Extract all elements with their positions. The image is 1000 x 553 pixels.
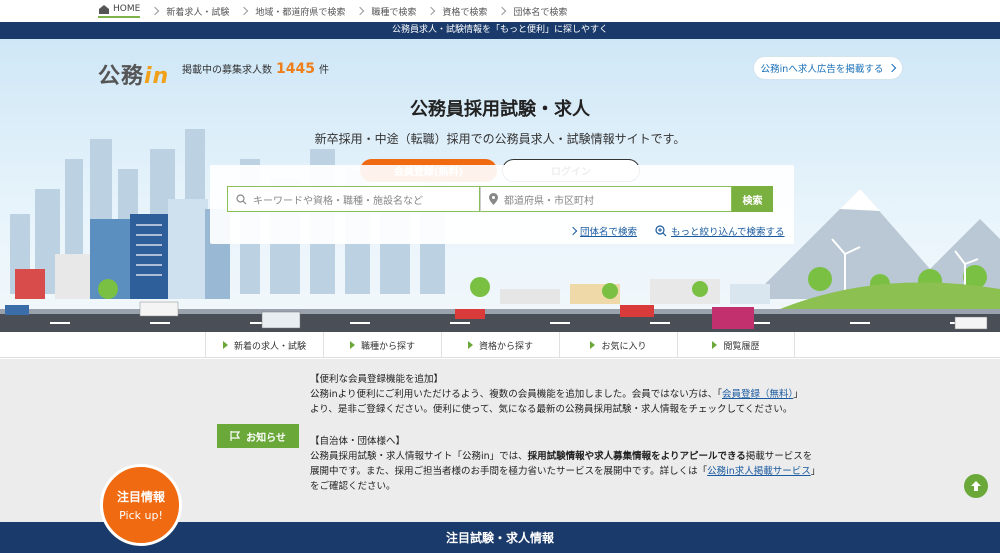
job-count-suffix: 件 — [318, 65, 329, 76]
ad-posting-link[interactable]: 公務inへ求人広告を掲載する — [753, 56, 903, 80]
pickup-badge[interactable]: 注目情報 Pick up! — [100, 464, 182, 546]
triangle-right-icon — [222, 341, 228, 349]
flag-icon — [230, 431, 241, 441]
home-icon — [99, 5, 109, 14]
chevron-right-icon — [888, 63, 897, 73]
breadcrumb: HOME 新着求人・試験 地域・都道府県で検索 職種で検索 資格で検索 団体名で… — [0, 0, 1000, 22]
logo-text: 公務 — [98, 64, 145, 89]
notice-line: をご確認ください。 — [310, 481, 396, 492]
breadcrumb-home[interactable]: HOME — [98, 4, 141, 18]
notice-line: 公務inより便利にご利用いただけるよう、複数の会員機能を追加しました。会員ではな… — [310, 389, 803, 400]
nav-label: お気に入り — [601, 341, 647, 352]
notice-line: より、是非ご登録ください。便利に使って、気になる最新の公務員採用試験・求人情報を… — [310, 404, 793, 415]
notice-1: 【便利な会員登録機能を追加】 公務inより便利にご利用いただけるよう、複数の会員… — [310, 372, 803, 417]
notice-line: 公務員採用試験・求人情報サイト「公務in」では、採用試験情報や求人募集情報をより… — [310, 451, 813, 462]
site-logo[interactable]: 公務in — [98, 58, 169, 90]
pickup-title: 注目情報 — [116, 490, 165, 504]
refine-search-label: もっと絞り込んで検索する — [671, 227, 785, 238]
keyword-placeholder: キーワードや資格・職種・施設名など — [253, 195, 423, 207]
notice-heading: 【自治体・団体様へ】 — [310, 436, 406, 447]
nav-new-jobs[interactable]: 新着の求人・試験 — [205, 332, 323, 358]
notice-2: 【自治体・団体様へ】 公務員採用試験・求人情報サイト「公務in」では、採用試験情… — [310, 434, 820, 494]
breadcrumb-organization[interactable]: 団体名で検索 — [498, 5, 568, 18]
nav-label: 資格から探す — [478, 341, 533, 352]
nav-occupation[interactable]: 職種から探す — [323, 332, 441, 358]
nav-history[interactable]: 閲覧履歴 — [677, 332, 795, 358]
breadcrumb-new-jobs[interactable]: 新着求人・試験 — [151, 5, 230, 18]
nav-label: 新着の求人・試験 — [233, 341, 306, 352]
org-search-label: 団体名で検索 — [580, 227, 638, 238]
search-button[interactable]: 検索 — [732, 186, 773, 212]
location-pin-icon — [489, 193, 498, 205]
scroll-top-button[interactable] — [964, 474, 988, 498]
refine-search-link[interactable]: もっと絞り込んで検索する — [655, 224, 785, 238]
chevron-right-icon — [356, 6, 365, 16]
pickup-subtitle: Pick up! — [119, 509, 163, 522]
posting-service-link[interactable]: 公務in求人掲載サービス — [707, 466, 811, 477]
breadcrumb-qualification[interactable]: 資格で検索 — [427, 5, 488, 18]
keyword-search-input[interactable]: キーワードや資格・職種・施設名など — [227, 186, 480, 212]
notice-heading: 【便利な会員登録機能を追加】 — [310, 374, 444, 385]
nav-qualification[interactable]: 資格から探す — [441, 332, 559, 358]
logo-in: in — [144, 64, 170, 89]
chevron-right-icon — [240, 6, 249, 16]
breadcrumb-label: 新着求人・試験 — [166, 7, 230, 18]
triangle-right-icon — [712, 341, 718, 349]
notice-line: 展開中です。また、採用ご担当者様のお手間を極力省いたサービスを展開中です。詳しく… — [310, 466, 821, 477]
chevron-right-icon — [568, 226, 578, 236]
location-search-input[interactable]: 都道府県・市区町村 — [480, 186, 732, 212]
location-placeholder: 都道府県・市区町村 — [504, 195, 594, 207]
breadcrumb-label: 資格で検索 — [442, 7, 488, 18]
triangle-right-icon — [349, 341, 355, 349]
nav-favorites[interactable]: お気に入り — [559, 332, 677, 358]
arrow-up-icon — [971, 481, 981, 491]
news-button-label: お知らせ — [246, 432, 286, 444]
nav-label: 職種から探す — [360, 341, 415, 352]
triangle-right-icon — [467, 341, 473, 349]
breadcrumb-label: 地域・都道府県で検索 — [255, 7, 346, 18]
ad-posting-label: 公務inへ求人広告を掲載する — [760, 64, 884, 75]
news-button[interactable]: お知らせ — [217, 424, 299, 448]
register-link[interactable]: 会員登録（無料） — [722, 389, 793, 400]
chevron-right-icon — [151, 6, 160, 16]
chevron-right-icon — [498, 6, 507, 16]
main-nav: 新着の求人・試験 職種から探す 資格から探す お気に入り 閲覧履歴 — [0, 332, 1000, 358]
chevron-right-icon — [427, 6, 436, 16]
page-subtitle: 新卒採用・中途（転職）採用での公務員求人・試験情報サイトです。 — [314, 132, 686, 146]
org-search-link[interactable]: 団体名で検索 — [568, 224, 638, 238]
nav-label: 閲覧履歴 — [723, 341, 760, 352]
zoom-in-icon — [655, 225, 667, 237]
job-count: 掲載中の募集求人数 1445 件 — [182, 61, 329, 77]
breadcrumb-occupation[interactable]: 職種で検索 — [356, 5, 417, 18]
breadcrumb-label: 職種で検索 — [371, 7, 417, 18]
tagline-band: 公務員求人・試験情報を「もっと便利」に探しやすく — [0, 22, 1000, 39]
search-icon — [236, 193, 247, 204]
page-title: 公務員採用試験・求人 — [410, 99, 590, 120]
job-count-label: 掲載中の募集求人数 — [182, 65, 272, 76]
job-count-value: 1445 — [276, 61, 315, 77]
breadcrumb-home-label: HOME — [113, 4, 141, 14]
breadcrumb-label: 団体名で検索 — [513, 7, 568, 18]
breadcrumb-region[interactable]: 地域・都道府県で検索 — [240, 5, 346, 18]
triangle-right-icon — [590, 341, 596, 349]
